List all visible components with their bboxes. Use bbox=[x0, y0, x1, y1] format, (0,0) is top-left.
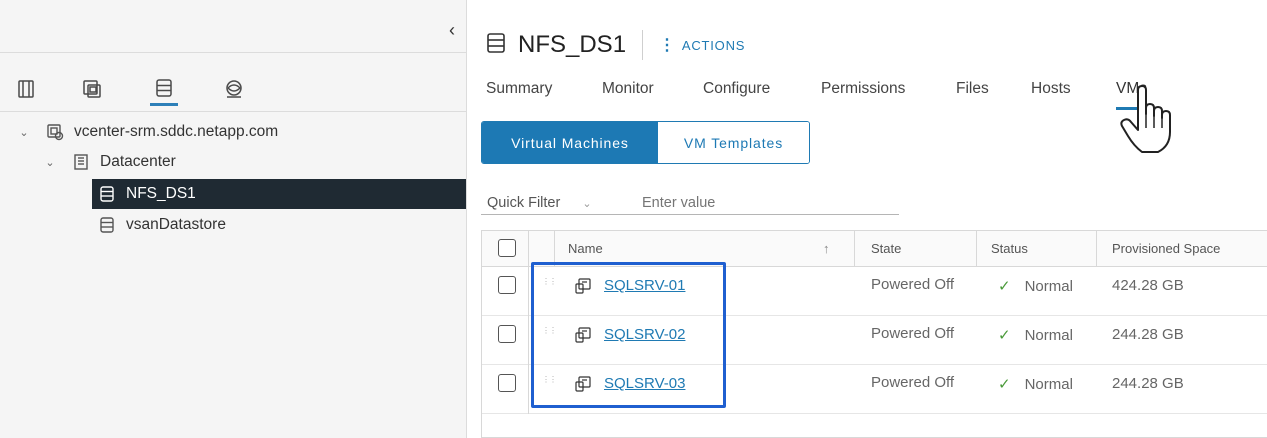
tab-files[interactable]: Files bbox=[956, 78, 989, 110]
vm-name-link[interactable]: SQLSRV-02 bbox=[604, 326, 685, 343]
vcenter-icon bbox=[46, 123, 64, 141]
vm-templates-button[interactable]: VM Templates bbox=[658, 122, 809, 163]
object-header: NFS_DS1 ⋮ ACTIONS bbox=[486, 28, 745, 62]
hosts-clusters-icon[interactable] bbox=[12, 72, 40, 106]
vms-templates-icon[interactable] bbox=[78, 72, 106, 106]
column-header-name[interactable]: Name bbox=[568, 241, 603, 256]
status-text: Normal bbox=[1024, 326, 1073, 344]
networking-icon[interactable] bbox=[220, 72, 248, 106]
divider bbox=[642, 30, 644, 60]
divider bbox=[0, 52, 467, 53]
vm-name-link[interactable]: SQLSRV-01 bbox=[604, 277, 685, 294]
actions-label: ACTIONS bbox=[681, 37, 746, 53]
column-divider bbox=[528, 267, 529, 316]
column-divider bbox=[1096, 231, 1097, 267]
chevron-left-icon[interactable]: ‹ bbox=[449, 20, 463, 40]
column-header-provisioned-space[interactable]: Provisioned Space bbox=[1112, 241, 1220, 256]
page-title: NFS_DS1 bbox=[518, 31, 627, 58]
column-divider bbox=[528, 231, 529, 267]
tree-item-label: Datacenter bbox=[100, 153, 176, 170]
row-checkbox[interactable] bbox=[498, 276, 516, 294]
datastore-icon bbox=[98, 216, 116, 234]
chevron-down-icon: ⌄ bbox=[582, 197, 592, 210]
drag-handle-icon[interactable]: ⋮⋮ bbox=[542, 327, 557, 335]
tree-item-nfs-ds1[interactable]: NFS_DS1 bbox=[92, 179, 466, 209]
tab-hosts[interactable]: Hosts bbox=[1031, 78, 1071, 110]
datacenter-icon bbox=[72, 153, 90, 171]
provisioned-space: 244.28 GB bbox=[1112, 326, 1184, 343]
vm-type-toggle: Virtual Machines VM Templates bbox=[481, 121, 810, 164]
select-all-checkbox[interactable] bbox=[498, 239, 516, 257]
row-checkbox[interactable] bbox=[498, 374, 516, 392]
column-divider bbox=[528, 316, 529, 365]
vm-icon bbox=[574, 375, 592, 393]
drag-handle-icon[interactable]: ⋮⋮ bbox=[542, 376, 557, 384]
column-divider bbox=[554, 231, 555, 267]
vm-icon bbox=[574, 326, 592, 344]
chevron-down-icon[interactable]: ⌄ bbox=[42, 156, 58, 169]
vm-status: ✓ Normal bbox=[998, 277, 1073, 296]
column-divider bbox=[854, 231, 855, 267]
tree-item-vsandatastore[interactable]: vsanDatastore bbox=[98, 210, 458, 240]
tab-monitor[interactable]: Monitor bbox=[602, 78, 654, 110]
chevron-down-icon[interactable]: ⌄ bbox=[16, 126, 32, 139]
virtual-machines-button[interactable]: Virtual Machines bbox=[482, 122, 658, 163]
checkmark-icon: ✓ bbox=[998, 327, 1011, 344]
status-text: Normal bbox=[1024, 277, 1073, 295]
quick-filter-label: Quick Filter bbox=[487, 195, 561, 211]
vm-status: ✓ Normal bbox=[998, 375, 1073, 394]
inventory-nav-tabs bbox=[0, 72, 467, 112]
arrow-up-icon[interactable]: ↑ bbox=[823, 241, 830, 256]
vm-state: Powered Off bbox=[871, 325, 955, 342]
datastore-icon bbox=[98, 185, 116, 203]
quick-filter-bar: Quick Filter ⌄ bbox=[487, 190, 877, 216]
vm-status: ✓ Normal bbox=[998, 326, 1073, 345]
actions-button[interactable]: ⋮ ACTIONS bbox=[659, 35, 745, 55]
column-header-state[interactable]: State bbox=[871, 241, 901, 256]
vm-state: Powered Off bbox=[871, 374, 955, 391]
table-row: ⋮⋮ SQLSRV-01 Powered Off ✓ Normal 424.28… bbox=[482, 267, 1267, 316]
column-divider bbox=[528, 365, 529, 414]
provisioned-space: 424.28 GB bbox=[1112, 277, 1184, 294]
filter-underline bbox=[481, 214, 899, 215]
tree-item-vcenter[interactable]: ⌄ vcenter-srm.sddc.netapp.com bbox=[16, 117, 456, 147]
vm-name-link[interactable]: SQLSRV-03 bbox=[604, 375, 685, 392]
hand-cursor-icon bbox=[1116, 84, 1178, 156]
more-vertical-icon: ⋮ bbox=[659, 37, 676, 54]
tab-permissions[interactable]: Permissions bbox=[821, 78, 905, 110]
divider bbox=[0, 111, 467, 112]
provisioned-space: 244.28 GB bbox=[1112, 375, 1184, 392]
vm-state: Powered Off bbox=[871, 276, 955, 293]
vm-table: Name ↑ State Status Provisioned Space ⋮⋮… bbox=[481, 230, 1267, 438]
quick-filter-select[interactable]: Quick Filter ⌄ bbox=[487, 195, 642, 211]
tree-item-label: NFS_DS1 bbox=[126, 185, 196, 202]
column-divider bbox=[976, 231, 977, 267]
status-text: Normal bbox=[1024, 375, 1073, 393]
tab-summary[interactable]: Summary bbox=[486, 78, 552, 110]
table-header: Name ↑ State Status Provisioned Space bbox=[482, 231, 1267, 267]
storage-icon[interactable] bbox=[150, 72, 178, 106]
vm-icon bbox=[574, 277, 592, 295]
tab-configure[interactable]: Configure bbox=[703, 78, 770, 110]
column-header-status[interactable]: Status bbox=[991, 241, 1028, 256]
filter-value-input[interactable] bbox=[642, 195, 877, 211]
drag-handle-icon[interactable]: ⋮⋮ bbox=[542, 278, 557, 286]
tree-item-label: vsanDatastore bbox=[126, 216, 226, 233]
tree-item-datacenter[interactable]: ⌄ Datacenter bbox=[42, 147, 462, 177]
table-row: ⋮⋮ SQLSRV-02 Powered Off ✓ Normal 244.28… bbox=[482, 316, 1267, 365]
row-checkbox[interactable] bbox=[498, 325, 516, 343]
datastore-icon bbox=[486, 32, 506, 59]
checkmark-icon: ✓ bbox=[998, 376, 1011, 393]
checkmark-icon: ✓ bbox=[998, 278, 1011, 295]
inventory-panel: ‹ ⌄ vcenter-srm.sddc.netapp.com ⌄ Datace… bbox=[0, 0, 467, 438]
table-row: ⋮⋮ SQLSRV-03 Powered Off ✓ Normal 244.28… bbox=[482, 365, 1267, 414]
tree-item-label: vcenter-srm.sddc.netapp.com bbox=[74, 123, 279, 140]
